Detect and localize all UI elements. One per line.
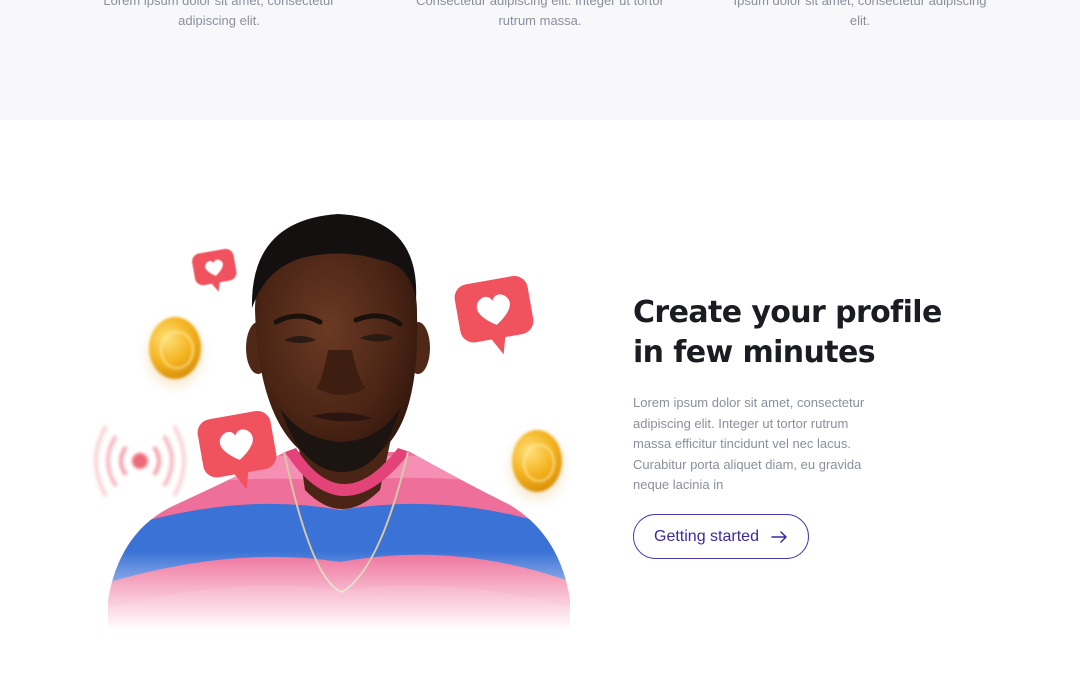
hero-description-line: massa efficitur tincidunt vel nec lacus. — [633, 436, 851, 451]
hero-description-line: Lorem ipsum dolor sit amet, consectetur — [633, 395, 865, 410]
feature-caption-line: rutrum massa. — [498, 13, 582, 28]
hero-headline-line: Create your profile — [633, 295, 942, 330]
coin-icon — [512, 430, 562, 492]
hero-description-line: neque lacinia in — [633, 477, 724, 492]
heart-bubble-icon — [192, 248, 237, 292]
heart-bubble-icon — [197, 410, 277, 490]
getting-started-button[interactable]: Getting started — [633, 514, 809, 559]
feature-caption: Lorem ipsum dolor sit amet, consectetur … — [89, 0, 349, 31]
hero-headline: Create your profile in few minutes — [633, 293, 953, 373]
feature-caption-line: Ipsum dolor sit amet, consectetur adipis… — [733, 0, 987, 28]
getting-started-label: Getting started — [654, 527, 759, 545]
feature-caption: Ipsum dolor sit amet, consectetur adipis… — [730, 0, 990, 31]
feature-caption: Consectetur adipiscing elit. Integer ut … — [410, 0, 670, 31]
person-illustration — [80, 190, 580, 630]
heart-bubble-icon — [454, 275, 534, 355]
hero-illustration — [80, 190, 580, 630]
features-band: Lorem ipsum dolor sit amet, consectetur … — [0, 0, 1080, 120]
signal-icon — [94, 425, 186, 497]
hero-description-line: adipiscing elit. Integer ut tortor rutru… — [633, 415, 849, 431]
hero-description-line: Curabitur porta aliquet diam, eu gravida — [633, 456, 862, 472]
feature-caption-line: Lorem ipsum dolor sit amet, consectetur — [103, 0, 335, 8]
hero-description: Lorem ipsum dolor sit amet, consectetur … — [633, 393, 893, 496]
hero-headline-line: in few minutes — [633, 335, 876, 370]
feature-caption-line: adipiscing elit. — [178, 13, 260, 28]
coin-icon — [149, 317, 201, 379]
arrow-right-icon — [771, 530, 787, 543]
feature-caption-line: Consectetur adipiscing elit. Integer ut … — [416, 0, 664, 8]
